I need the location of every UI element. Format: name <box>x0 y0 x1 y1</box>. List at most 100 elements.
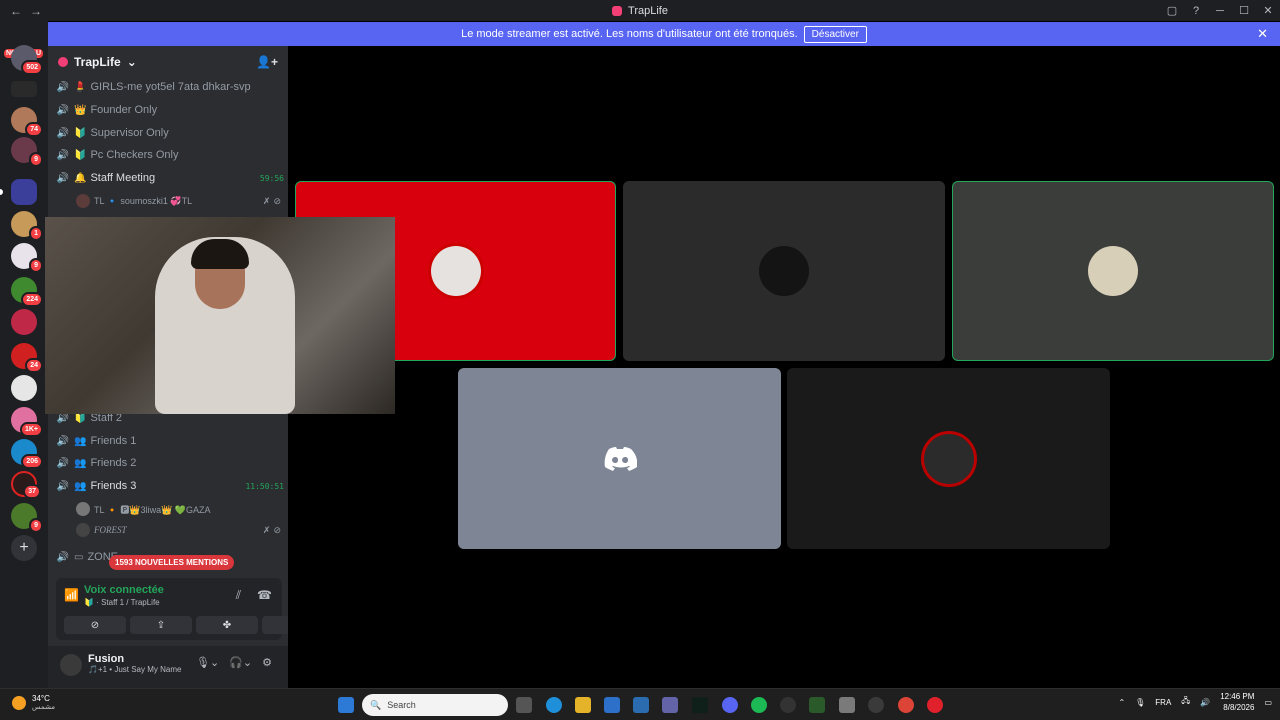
network-icon[interactable]: 🖧 <box>1181 695 1190 709</box>
app-icon[interactable] <box>868 697 884 713</box>
teams-icon[interactable] <box>662 697 678 713</box>
voice-user[interactable]: TL 🔹 soumoszki1 💞TL ✗⊘ <box>76 192 284 210</box>
voice-channel[interactable]: 🔊 👑 Founder Only <box>56 100 284 120</box>
user-name[interactable]: Fusion <box>88 653 124 665</box>
camera-off-button[interactable]: ⊘ <box>64 616 126 634</box>
invite-people-icon[interactable]: 👤+ <box>256 55 278 69</box>
avatar[interactable] <box>60 654 82 676</box>
calculator-icon[interactable] <box>839 697 855 713</box>
server-icon[interactable]: 224 <box>11 277 43 307</box>
opera-icon[interactable] <box>927 697 943 713</box>
search-placeholder: Search <box>387 700 416 710</box>
server-icon[interactable]: 74 <box>11 107 43 137</box>
voice-channel[interactable]: 🔊 🔰 Supervisor Only <box>56 123 284 143</box>
edge-icon[interactable] <box>546 697 562 713</box>
server-icon[interactable]: 1K+ <box>11 407 43 437</box>
user-status: 🎵+1 • Just Say My Name <box>88 665 182 674</box>
file-explorer-icon[interactable] <box>575 697 591 713</box>
close-banner-icon[interactable]: ✕ <box>1257 26 1268 42</box>
server-header[interactable]: TrapLife ⌄ 👤+ <box>48 46 288 78</box>
disconnect-icon[interactable]: ☎ <box>257 588 272 603</box>
gear-icon[interactable]: ⚙ <box>262 656 272 669</box>
speaker-icon: 🔊 <box>56 104 70 116</box>
server-icon[interactable] <box>11 309 37 335</box>
selected-indicator <box>0 189 3 195</box>
server-icon[interactable]: 9 <box>11 243 43 273</box>
notification-icon[interactable]: ▭ <box>1264 698 1272 707</box>
server-icon[interactable]: 9 <box>11 137 43 167</box>
spotify-icon[interactable] <box>751 697 767 713</box>
server-icon[interactable]: 24 <box>11 343 43 373</box>
share-screen-button[interactable]: ⇪ <box>130 616 192 634</box>
unread-badge: 9 <box>29 152 43 167</box>
app-icon[interactable] <box>780 697 796 713</box>
channel-emoji: 👥 <box>74 457 87 469</box>
voice-channel[interactable]: 🔊 💄 GIRLS-me yot5el 7ata dhkar-svp <box>56 77 284 97</box>
voice-user[interactable]: FOREST ✗⊘ <box>76 521 284 539</box>
search-box[interactable]: 🔍 Search <box>362 694 508 716</box>
voice-channel-link[interactable]: 🔰 · Staff 1 / TrapLife <box>84 598 160 607</box>
unread-badge: 74 <box>25 122 43 137</box>
volume-icon[interactable]: 🔊 <box>1200 698 1210 707</box>
minimize-button[interactable]: ─ <box>1208 5 1232 17</box>
app-icon[interactable] <box>692 697 708 713</box>
muted-deafened-icon: ✗⊘ <box>262 524 284 535</box>
voice-status-title[interactable]: Voix connectée <box>56 584 164 596</box>
time: 12:46 PM <box>1220 692 1255 701</box>
add-server-icon[interactable]: + <box>11 535 37 561</box>
server-icon[interactable] <box>11 81 37 97</box>
speaker-icon: 🔊 <box>56 172 70 184</box>
language-indicator[interactable]: FRA <box>1155 698 1171 707</box>
webcam-overlay <box>45 217 395 414</box>
activities-button[interactable]: ✤ <box>196 616 258 634</box>
participant-tile[interactable] <box>787 368 1110 549</box>
inbox-icon[interactable]: ▢ <box>1160 4 1184 17</box>
headphones-icon[interactable]: 🎧⌄ <box>229 656 252 669</box>
unread-badge: 9 <box>29 258 43 273</box>
participant-tile[interactable] <box>458 368 781 549</box>
weather-description: مشمس <box>32 704 55 711</box>
clock[interactable]: 12:46 PM 8/8/2026 <box>1220 691 1254 713</box>
noise-suppression-icon[interactable]: ⫽ <box>236 588 241 603</box>
voice-channel[interactable]: 🔊 👥 Friends 1 <box>56 431 284 451</box>
participant-tile[interactable] <box>952 181 1274 361</box>
channel-name: Pc Checkers Only <box>90 149 179 161</box>
voice-channel-active[interactable]: 🔊 👥 Friends 3 11:50:51 <box>56 476 284 496</box>
voice-channel[interactable]: 🔊 👥 Friends 2 <box>56 453 284 473</box>
windows-start-icon[interactable] <box>338 697 354 713</box>
channel-name: Friends 2 <box>90 457 137 469</box>
help-icon[interactable]: ? <box>1184 5 1208 17</box>
server-icon[interactable]: 206 <box>11 439 43 469</box>
app-icon[interactable] <box>809 697 825 713</box>
close-window-button[interactable]: ✕ <box>1256 4 1280 17</box>
maximize-button[interactable]: ☐ <box>1232 4 1256 17</box>
discord-icon[interactable] <box>722 697 738 713</box>
server-icon[interactable] <box>11 375 37 401</box>
voice-channel[interactable]: 🔊 🔰 Pc Checkers Only <box>56 145 284 165</box>
participant-tile[interactable] <box>623 181 945 361</box>
server-icon[interactable]: 1 <box>11 211 43 241</box>
speaker-icon: 🔊 <box>56 412 70 424</box>
chrome-icon[interactable] <box>898 697 914 713</box>
disable-streamer-button[interactable]: Désactiver <box>803 25 867 43</box>
microphone-icon[interactable]: 🎙 <box>1135 698 1145 707</box>
channel-timer: 11:50:51 <box>245 481 284 491</box>
outlook-icon[interactable] <box>604 697 620 713</box>
store-icon[interactable] <box>633 697 649 713</box>
new-mentions-pill[interactable]: 1593 NOUVELLES MENTIONS <box>109 555 235 570</box>
chevron-up-icon[interactable]: ⌃ <box>1118 698 1125 707</box>
server-icon[interactable]: 502 <box>11 45 43 75</box>
voice-channel-active[interactable]: 🔊 🔔 Staff Meeting 59:56 <box>56 168 284 188</box>
server-icon[interactable]: 9 <box>11 503 43 533</box>
microphone-icon[interactable]: 🎙⌄ <box>196 656 219 669</box>
folder-icon[interactable] <box>11 179 37 205</box>
speaker-icon: 🔊 <box>56 551 70 563</box>
server-icon[interactable]: 37 <box>11 471 41 499</box>
task-view-icon[interactable] <box>516 697 532 713</box>
back-arrow-icon[interactable]: ← <box>10 4 22 18</box>
avatar <box>430 246 481 296</box>
weather-widget[interactable]: 34°C مشمس <box>12 694 55 711</box>
voice-user[interactable]: TL 🔸 🅿👑3liwa👑 💚GAZA <box>76 500 284 518</box>
forward-arrow-icon[interactable]: → <box>30 4 42 18</box>
avatar <box>76 523 90 537</box>
